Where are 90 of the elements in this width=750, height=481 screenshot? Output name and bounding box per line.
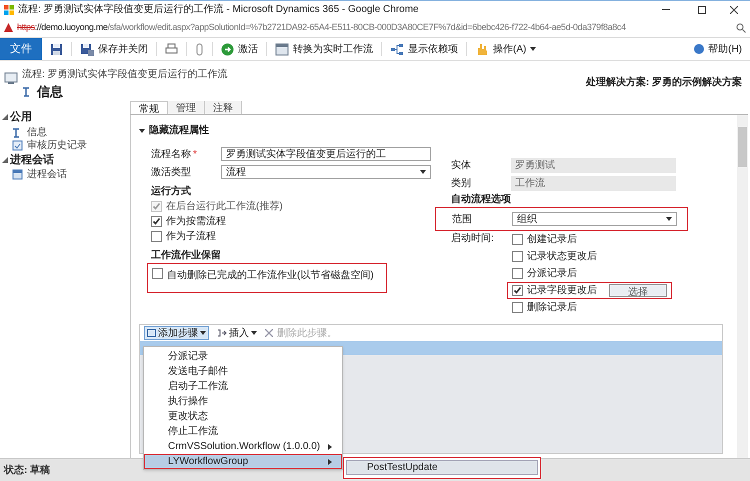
breadcrumb: 流程: 罗勇测试实体字段值变更后运行的工作流 — [22, 68, 229, 82]
group-heading: 自动流程选项 — [451, 192, 512, 207]
toolbar-button[interactable]: 激活 — [213, 42, 267, 56]
window-icon — [147, 329, 156, 337]
input-field[interactable]: 罗勇测试实体字段值变更后运行的工 — [221, 147, 431, 161]
checkbox-label: 分派记录后 — [527, 266, 577, 281]
hand-icon — [475, 42, 489, 56]
checkbox-label: 作为按需流程 — [166, 214, 226, 229]
menu-item[interactable]: 发送电子邮件 — [144, 364, 342, 379]
field-label: 实体 — [451, 158, 472, 172]
add-step-button[interactable]: 添加步骤 — [144, 326, 209, 340]
field-label: 类别 — [451, 176, 472, 190]
submenu-item[interactable]: LYWorkflowGroup — [144, 454, 342, 469]
tab[interactable]: 注释 — [205, 101, 242, 114]
nav-item[interactable]: 进程会话 — [0, 168, 130, 181]
dropdown-field[interactable]: 流程 — [221, 165, 431, 179]
help-button[interactable]: 帮助(H) — [686, 42, 750, 56]
app-logo-icon — [4, 4, 14, 14]
checkbox-label: 在后台运行此工作流(推荐) — [166, 200, 283, 214]
nav-group-label: 进程会话 — [10, 152, 54, 168]
menu-item[interactable]: 启动子工作流 — [144, 379, 342, 394]
menu-item[interactable]: PostTestUpdate — [346, 460, 538, 475]
section-title: 隐藏流程属性 — [149, 123, 209, 138]
field-label: 流程名称 — [151, 148, 191, 162]
checkbox[interactable] — [151, 216, 162, 227]
insert-icon — [217, 329, 227, 337]
submenu-arrow-icon — [327, 458, 333, 464]
checkbox[interactable] — [151, 231, 162, 242]
caret-icon — [420, 169, 426, 175]
readonly-field: 工作流 — [511, 176, 676, 190]
checkbox-label: 记录状态更改后 — [527, 250, 597, 264]
nav-item[interactable]: 审核历史记录 — [0, 138, 130, 152]
toolbar-menu-button[interactable]: 操作(A) — [467, 42, 544, 56]
readonly-field: 罗勇测试 — [511, 158, 676, 172]
paperclip-icon — [195, 42, 204, 56]
toolbar-button[interactable]: 保存并关闭 — [72, 42, 157, 56]
menu-item[interactable]: 执行操作 — [144, 394, 342, 409]
window-title: 流程: 罗勇测试实体字段值变更后运行的工作流 - Microsoft Dynamics 365 - Google Chrome — [18, 2, 420, 17]
nav-item[interactable]: 信息 — [0, 126, 130, 138]
checkbox-label: 记录字段更改后 — [527, 284, 597, 298]
help-icon — [694, 44, 704, 54]
nav-group-label: 公用 — [10, 110, 32, 125]
calendar-icon — [12, 169, 23, 180]
checkbox-label: 自动删除已完成的工作流作业(以节省磁盘空间) — [167, 268, 374, 283]
caret-icon — [251, 330, 257, 336]
group-heading: 工作流作业保留 — [151, 248, 222, 263]
checkbox-label: 创建记录后 — [527, 232, 577, 247]
caret-icon — [666, 216, 672, 222]
scrollbar[interactable] — [737, 115, 748, 458]
menu-item[interactable]: 停止工作流 — [144, 424, 342, 439]
window-icon — [275, 42, 289, 56]
tab[interactable]: 管理 — [168, 101, 205, 114]
checkbox-label: 删除记录后 — [527, 300, 577, 315]
field-label: 启动时间: — [451, 232, 495, 246]
group-heading: 运行方式 — [151, 184, 192, 199]
document-icon — [12, 140, 23, 150]
field-label: 激活类型 — [151, 166, 191, 180]
checkbox[interactable] — [512, 302, 523, 313]
menu-item[interactable]: 更改状态 — [144, 409, 342, 424]
menu-item[interactable]: 分派记录 — [144, 349, 342, 364]
close-icon[interactable] — [730, 6, 738, 14]
field-label: 范围 — [452, 212, 473, 226]
solution-label: 处理解决方案: 罗勇的示例解决方案 — [586, 75, 742, 90]
file-tab[interactable]: 文件 — [0, 38, 42, 60]
page-title: 信息 — [37, 83, 63, 101]
hierarchy-icon — [390, 42, 404, 56]
close-icon — [265, 329, 273, 337]
maximize-icon[interactable] — [698, 6, 706, 14]
checkbox[interactable] — [512, 268, 523, 279]
caret-icon — [200, 330, 206, 336]
checkbox[interactable] — [152, 268, 163, 279]
checkbox[interactable] — [512, 285, 523, 296]
printer-icon — [165, 42, 178, 56]
select-button[interactable]: 选择 — [609, 284, 667, 297]
insert-button[interactable]: 插入 — [217, 326, 257, 340]
submenu-item[interactable]: CrmVSSolution.Workflow (1.0.0.0) — [144, 439, 342, 454]
checkbox-label: 作为子流程 — [166, 230, 216, 244]
toolbar-button[interactable]: 显示依赖项 — [382, 42, 467, 56]
zoom-icon[interactable] — [736, 22, 746, 32]
caret-icon — [530, 46, 536, 52]
checkbox[interactable] — [512, 234, 523, 245]
dropdown-field[interactable]: 组织 — [512, 212, 677, 226]
status-text: 状态: 草稿 — [4, 464, 50, 478]
monitor-icon — [4, 71, 18, 85]
toolbar-button[interactable]: 转换为实时工作流 — [267, 42, 382, 56]
checkbox[interactable] — [512, 251, 523, 262]
tab[interactable]: 常规 — [130, 101, 168, 114]
address-field[interactable]: https://demo.luoyong.me/sfa/workflow/edit.aspx?appSolutionId=%7b2721DA92-65A4-E511-80CB-000D3A80CE7F%7d&id=6bebc426-f722-4b64-ae5d-0da379f8a8c4 — [17, 20, 732, 34]
submenu-arrow-icon — [327, 444, 333, 450]
required-mark: * — [193, 148, 197, 162]
